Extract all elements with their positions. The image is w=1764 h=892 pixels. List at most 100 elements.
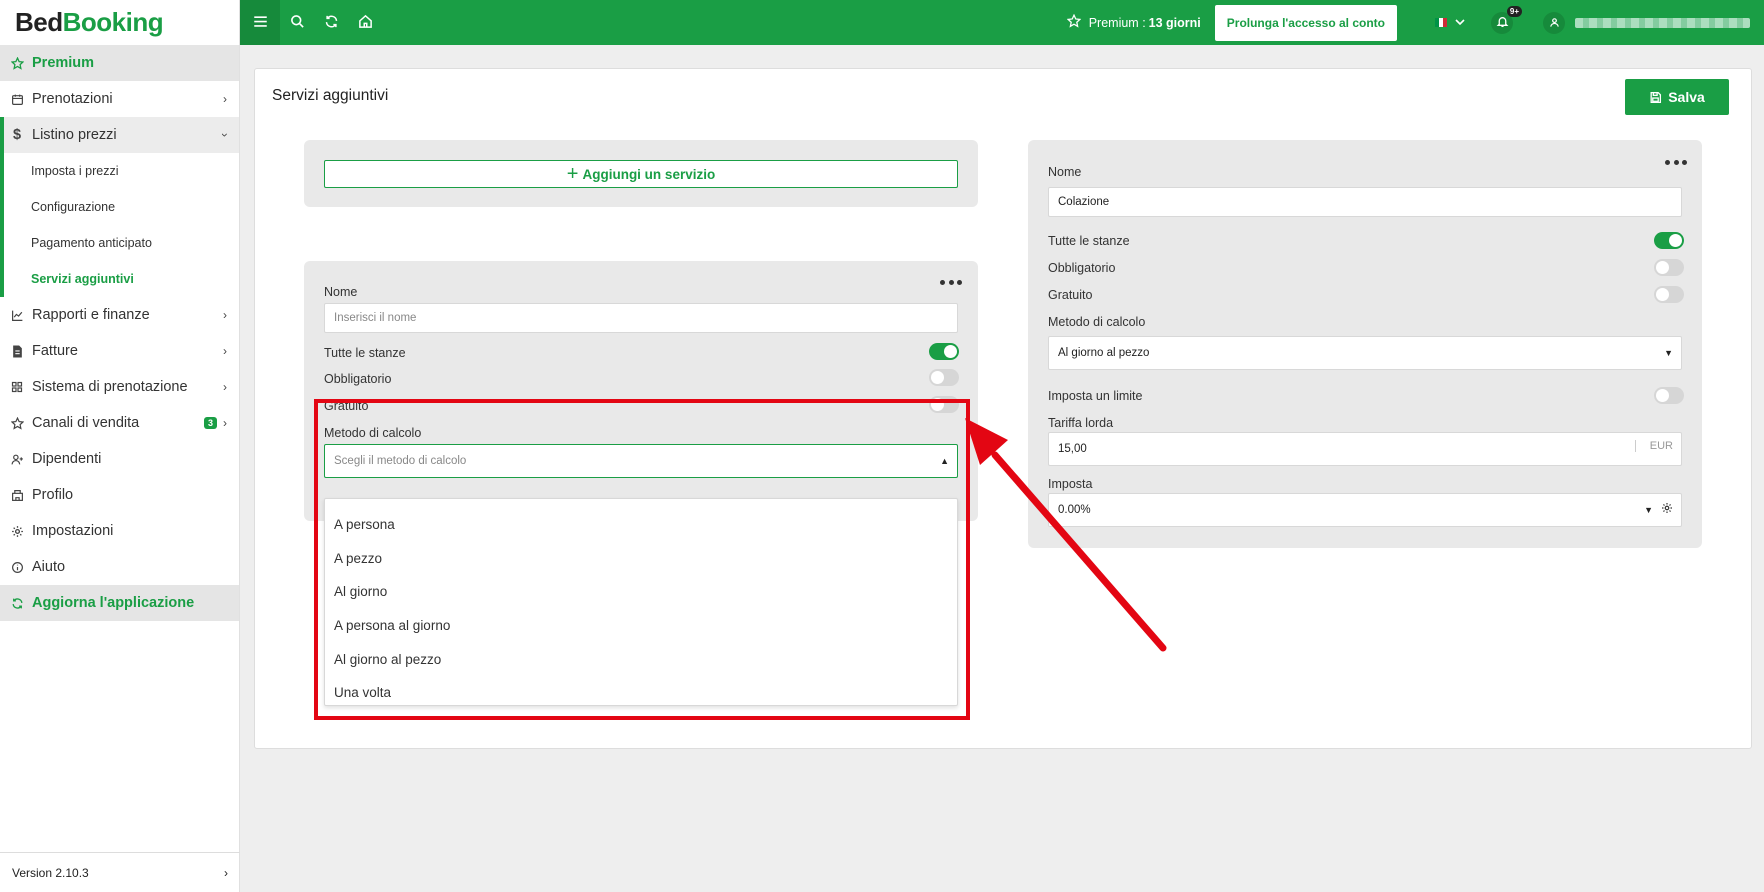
language-selector[interactable] <box>1435 17 1465 29</box>
sidebar-item-aiuto[interactable]: Aiuto <box>0 549 239 585</box>
grid-icon <box>10 380 24 394</box>
sidebar-item-label: Listino prezzi <box>32 127 117 143</box>
sidebar-item-label: Sistema di prenotazione <box>32 379 188 395</box>
tax-label: Imposta <box>1048 477 1093 491</box>
chevron-right-icon: › <box>223 92 227 106</box>
chevron-down-icon: › <box>218 133 232 137</box>
add-service-panel: + Aggiungi un servizio <box>304 140 978 207</box>
avatar[interactable] <box>1543 11 1565 34</box>
home-button[interactable] <box>348 0 382 45</box>
refresh-icon <box>324 14 339 32</box>
sidebar-item-sistema-prenotazione[interactable]: Sistema di prenotazione › <box>0 369 239 405</box>
refresh-button[interactable] <box>314 0 348 45</box>
sidebar-item-label: Prenotazioni <box>32 91 113 107</box>
chevron-right-icon: › <box>224 865 228 880</box>
sidebar-item-listino-prezzi[interactable]: $ Listino prezzi › <box>0 117 239 153</box>
version-footer[interactable]: Version 2.10.3 › <box>0 852 240 892</box>
tax-value: 0.00% <box>1058 504 1091 516</box>
sidebar-item-profilo[interactable]: Profilo <box>0 477 239 513</box>
name-label: Nome <box>1048 165 1082 179</box>
all-rooms-toggle[interactable] <box>1654 232 1684 249</box>
premium-label: Premium : <box>1088 15 1146 30</box>
chevron-right-icon: › <box>223 416 227 430</box>
sidebar-item-prenotazioni[interactable]: Prenotazioni › <box>0 81 239 117</box>
name-input[interactable]: Inserisci il nome <box>324 303 958 333</box>
more-options-icon[interactable] <box>940 280 962 286</box>
notifications-button[interactable]: 9+ <box>1491 5 1522 34</box>
name-label: Nome <box>324 285 358 299</box>
calendar-icon <box>10 92 24 106</box>
sidebar-subitem-configurazione[interactable]: Configurazione <box>0 189 239 225</box>
plus-icon: + <box>566 163 579 185</box>
tax-select[interactable]: 0.00% ▼ <box>1048 493 1682 527</box>
existing-service-panel: Nome Colazione Tutte le stanze Obbligato… <box>1028 140 1702 548</box>
name-input[interactable]: Colazione <box>1048 187 1682 217</box>
chevron-right-icon: › <box>223 344 227 358</box>
sidebar-subitem-servizi-aggiuntivi[interactable]: Servizi aggiuntivi <box>0 261 239 297</box>
save-button-label: Salva <box>1668 89 1705 105</box>
add-service-label: Aggiungi un servizio <box>582 166 716 182</box>
sidebar-subitem-pagamento-anticipato[interactable]: Pagamento anticipato <box>0 225 239 261</box>
limit-toggle[interactable] <box>1654 387 1684 404</box>
bell-icon <box>1496 15 1509 31</box>
limit-label: Imposta un limite <box>1048 389 1143 403</box>
building-icon <box>10 488 24 502</box>
sidebar-item-label: Canali di vendita <box>32 415 140 431</box>
sidebar-item-fatture[interactable]: Fatture › <box>0 333 239 369</box>
sidebar-subitem-imposta-prezzi[interactable]: Imposta i prezzi <box>0 153 239 189</box>
save-button[interactable]: Salva <box>1625 79 1729 115</box>
all-rooms-toggle[interactable] <box>929 343 959 360</box>
add-service-button[interactable]: + Aggiungi un servizio <box>324 160 958 188</box>
all-rooms-label: Tutte le stanze <box>324 346 406 360</box>
logo[interactable]: Bed Booking <box>0 0 239 45</box>
floppy-disk-icon <box>1649 91 1662 104</box>
version-label: Version 2.10.3 <box>12 865 89 880</box>
sidebar-item-label: Fatture <box>32 343 78 359</box>
notifications-badge: 9+ <box>1506 5 1522 17</box>
gross-rate-value: 15,00 <box>1058 443 1087 455</box>
sidebar-item-dipendenti[interactable]: Dipendenti <box>0 441 239 477</box>
sidebar-item-impostazioni[interactable]: Impostazioni <box>0 513 239 549</box>
search-button[interactable] <box>280 0 314 45</box>
more-options-icon[interactable] <box>1665 160 1687 166</box>
sidebar-item-label: Dipendenti <box>32 451 102 467</box>
free-toggle[interactable] <box>1654 286 1684 303</box>
channels-count-badge: 3 <box>203 417 217 429</box>
sidebar-item-rapporti[interactable]: Rapporti e finanze › <box>0 297 239 333</box>
mandatory-toggle[interactable] <box>929 369 959 386</box>
mandatory-toggle[interactable] <box>1654 259 1684 276</box>
menu-button[interactable] <box>240 0 280 45</box>
extend-access-button[interactable]: Prolunga l'accesso al conto <box>1214 4 1397 41</box>
sidebar: Bed Booking Premium Prenotazioni › $ List… <box>0 0 240 892</box>
chart-icon <box>10 308 24 322</box>
add-user-icon <box>10 452 24 466</box>
page-title: Servizi aggiuntivi <box>272 87 389 104</box>
username-redacted[interactable] <box>1575 17 1750 28</box>
premium-status[interactable]: Premium : 13 giorni <box>1066 13 1201 31</box>
info-icon <box>10 560 24 574</box>
calculation-method-value: Al giorno al pezzo <box>1058 347 1150 359</box>
sidebar-item-label: Aiuto <box>32 559 66 575</box>
calculation-method-select[interactable]: Al giorno al pezzo ▼ <box>1048 336 1682 370</box>
home-icon <box>358 14 373 32</box>
sidebar-item-update-app[interactable]: Aggiorna l'applicazione <box>0 585 239 621</box>
dollar-icon: $ <box>12 127 22 143</box>
mandatory-label: Obbligatorio <box>324 372 392 386</box>
sidebar-item-label: Premium <box>32 55 95 71</box>
gear-icon <box>10 524 24 538</box>
free-label: Gratuito <box>1048 288 1093 302</box>
sidebar-item-premium[interactable]: Premium <box>0 45 239 81</box>
star-icon <box>10 416 24 430</box>
sidebar-item-label: Rapporti e finanze <box>32 307 150 323</box>
star-icon <box>10 56 24 70</box>
gross-rate-input[interactable]: 15,00 EUR <box>1048 432 1682 466</box>
chevron-right-icon: › <box>223 380 227 394</box>
chevron-down-icon <box>1455 17 1465 29</box>
sidebar-item-canali-vendita[interactable]: Canali di vendita 3 › <box>0 405 239 441</box>
gear-icon[interactable] <box>1661 502 1673 517</box>
premium-days: 13 giorni <box>1148 15 1201 30</box>
refresh-icon <box>10 596 24 610</box>
logo-part-bed: Bed <box>15 7 63 37</box>
hamburger-icon <box>253 15 268 31</box>
chevron-right-icon: › <box>223 308 227 322</box>
